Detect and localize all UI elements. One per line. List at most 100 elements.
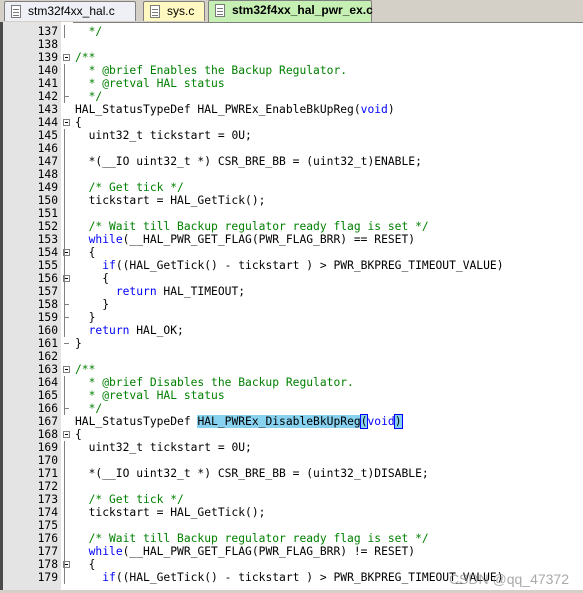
fold-end-marker xyxy=(64,304,69,305)
code-line: 175 xyxy=(3,519,583,532)
fold-guide xyxy=(64,64,65,103)
code-line: 172 xyxy=(3,480,583,493)
fold-end-marker xyxy=(64,408,69,409)
code-line: 152 /* Wait till Backup regulator ready … xyxy=(3,220,583,233)
code-text: while(__HAL_PWR_GET_FLAG(PWR_FLAG_BRR) =… xyxy=(88,233,416,246)
line-number: 170 xyxy=(37,454,58,467)
line-number: 178 xyxy=(37,558,58,571)
code-line: 169 uint32_t tickstart = 0U; xyxy=(3,441,583,454)
code-line: 150 tickstart = HAL_GetTick(); xyxy=(3,194,583,207)
fold-guide xyxy=(64,376,65,415)
editor-tab-bar: stm32f4xx_hal.c sys.c stm32f4xx_hal_pwr_… xyxy=(0,0,583,23)
code-text: { xyxy=(75,246,96,259)
line-number: 177 xyxy=(37,545,58,558)
line-number: 157 xyxy=(37,285,58,298)
code-line: 154 { xyxy=(3,246,583,259)
fold-toggle-icon[interactable] xyxy=(63,366,70,373)
code-line: 141 * @retval HAL status xyxy=(3,77,583,90)
code-editor[interactable]: 137 */138 139/** 140 * @brief Enables the … xyxy=(0,22,583,593)
code-text: /* Wait till Backup regulator ready flag… xyxy=(75,532,429,545)
line-number: 156 xyxy=(37,272,58,285)
code-line: 153 while(__HAL_PWR_GET_FLAG(PWR_FLAG_BR… xyxy=(3,233,583,246)
code-line: 149 /* Get tick */ xyxy=(3,181,583,194)
code-line: 148 xyxy=(3,168,583,181)
line-number: 165 xyxy=(37,389,58,402)
line-number: 167 xyxy=(37,415,58,428)
code-text: *(__IO uint32_t *) CSR_BRE_BB = (uint32_… xyxy=(75,155,422,168)
fold-toggle-icon[interactable] xyxy=(63,54,70,61)
line-number: 158 xyxy=(37,298,58,311)
code-text: * @brief Disables the Backup Regulator. xyxy=(75,376,354,389)
line-number: 159 xyxy=(37,311,58,324)
tab-stm32f4xx-hal-pwr-ex-c[interactable]: stm32f4xx_hal_pwr_ex.c xyxy=(208,0,373,22)
line-number: 169 xyxy=(37,441,58,454)
fold-guide xyxy=(64,571,65,584)
code-text: /* Get tick */ xyxy=(75,181,184,194)
code-line: 144 { xyxy=(3,116,583,129)
code-line: 137 */ xyxy=(3,25,583,38)
line-number: 162 xyxy=(37,350,58,363)
code-line: 171 *(__IO uint32_t *) CSR_BRE_BB = (uin… xyxy=(3,467,583,480)
code-text: */ xyxy=(75,25,103,38)
line-number: 160 xyxy=(37,324,58,337)
line-number: 166 xyxy=(37,402,58,415)
code-line: 155 if((HAL_GetTick() - tickstart ) > PW… xyxy=(3,259,583,272)
code-line: 167 HAL_StatusTypeDef HAL_PWREx_DisableBk… xyxy=(3,414,583,429)
tab-label: sys.c xyxy=(167,4,195,18)
fold-guide xyxy=(64,441,65,584)
code-text: HAL_StatusTypeDef HAL_PWREx_DisableBkUpR… xyxy=(75,414,403,429)
code-line: 146 xyxy=(3,142,583,155)
c-file-icon xyxy=(215,4,225,17)
code-line: 178 { xyxy=(3,558,583,571)
code-line: 139 /** xyxy=(3,51,583,64)
line-number: 176 xyxy=(37,532,58,545)
code-text: HAL_StatusTypeDef HAL_PWREx_EnableBkUpRe… xyxy=(75,103,395,116)
line-number: 149 xyxy=(37,181,58,194)
code-line: 145 uint32_t tickstart = 0U; xyxy=(3,129,583,142)
code-text: uint32_t tickstart = 0U; xyxy=(75,441,252,454)
line-number: 154 xyxy=(37,246,58,259)
code-text: * @retval HAL status xyxy=(75,77,225,90)
code-text: uint32_t tickstart = 0U; xyxy=(75,129,252,142)
code-line: 161} xyxy=(3,337,583,350)
line-number: 142 xyxy=(37,90,58,103)
code-text: if((HAL_GetTick() - tickstart ) > PWR_BK… xyxy=(102,259,504,272)
code-text: { xyxy=(75,116,82,129)
code-line: 143 HAL_StatusTypeDef HAL_PWREx_EnableBkU… xyxy=(3,103,583,116)
code-text: return HAL_OK; xyxy=(88,324,184,337)
code-text: } xyxy=(75,298,110,311)
code-line: 138 xyxy=(3,38,583,51)
code-text: return HAL_TIMEOUT; xyxy=(115,285,246,298)
code-text: { xyxy=(75,428,82,441)
code-line: 159 } xyxy=(3,311,583,324)
c-file-icon xyxy=(11,5,21,18)
code-text: *(__IO uint32_t *) CSR_BRE_BB = (uint32_… xyxy=(75,467,429,480)
code-line: 142 */ xyxy=(3,90,583,103)
code-text: } xyxy=(75,337,82,350)
line-number: 172 xyxy=(37,480,58,493)
code-line: 177 while(__HAL_PWR_GET_FLAG(PWR_FLAG_BR… xyxy=(3,545,583,558)
fold-end-marker xyxy=(64,343,69,344)
code-line: 176 /* Wait till Backup regulator ready … xyxy=(3,532,583,545)
tab-sys-c[interactable]: sys.c xyxy=(143,1,205,21)
line-number: 143 xyxy=(37,103,58,116)
code-line: 147 *(__IO uint32_t *) CSR_BRE_BB = (uin… xyxy=(3,155,583,168)
line-number: 146 xyxy=(37,142,58,155)
line-number: 174 xyxy=(37,506,58,519)
line-number: 137 xyxy=(37,25,58,38)
code-text: tickstart = HAL_GetTick(); xyxy=(75,506,266,519)
code-line: 158 } xyxy=(3,298,583,311)
line-number: 155 xyxy=(37,259,58,272)
code-line: 165 * @retval HAL status xyxy=(3,389,583,402)
code-text: { xyxy=(75,558,96,571)
line-number: 175 xyxy=(37,519,58,532)
watermark: CSDN @qq_47372 xyxy=(448,571,569,587)
tab-label: stm32f4xx_hal_pwr_ex.c xyxy=(232,3,373,17)
fold-toggle-icon[interactable] xyxy=(63,119,70,126)
line-number: 147 xyxy=(37,155,58,168)
fold-toggle-icon[interactable] xyxy=(63,431,70,438)
tab-stm32f4xx-hal-c[interactable]: stm32f4xx_hal.c xyxy=(4,1,136,21)
fold-guide xyxy=(64,25,65,38)
line-number: 179 xyxy=(37,571,58,584)
fold-end-marker xyxy=(64,96,69,97)
